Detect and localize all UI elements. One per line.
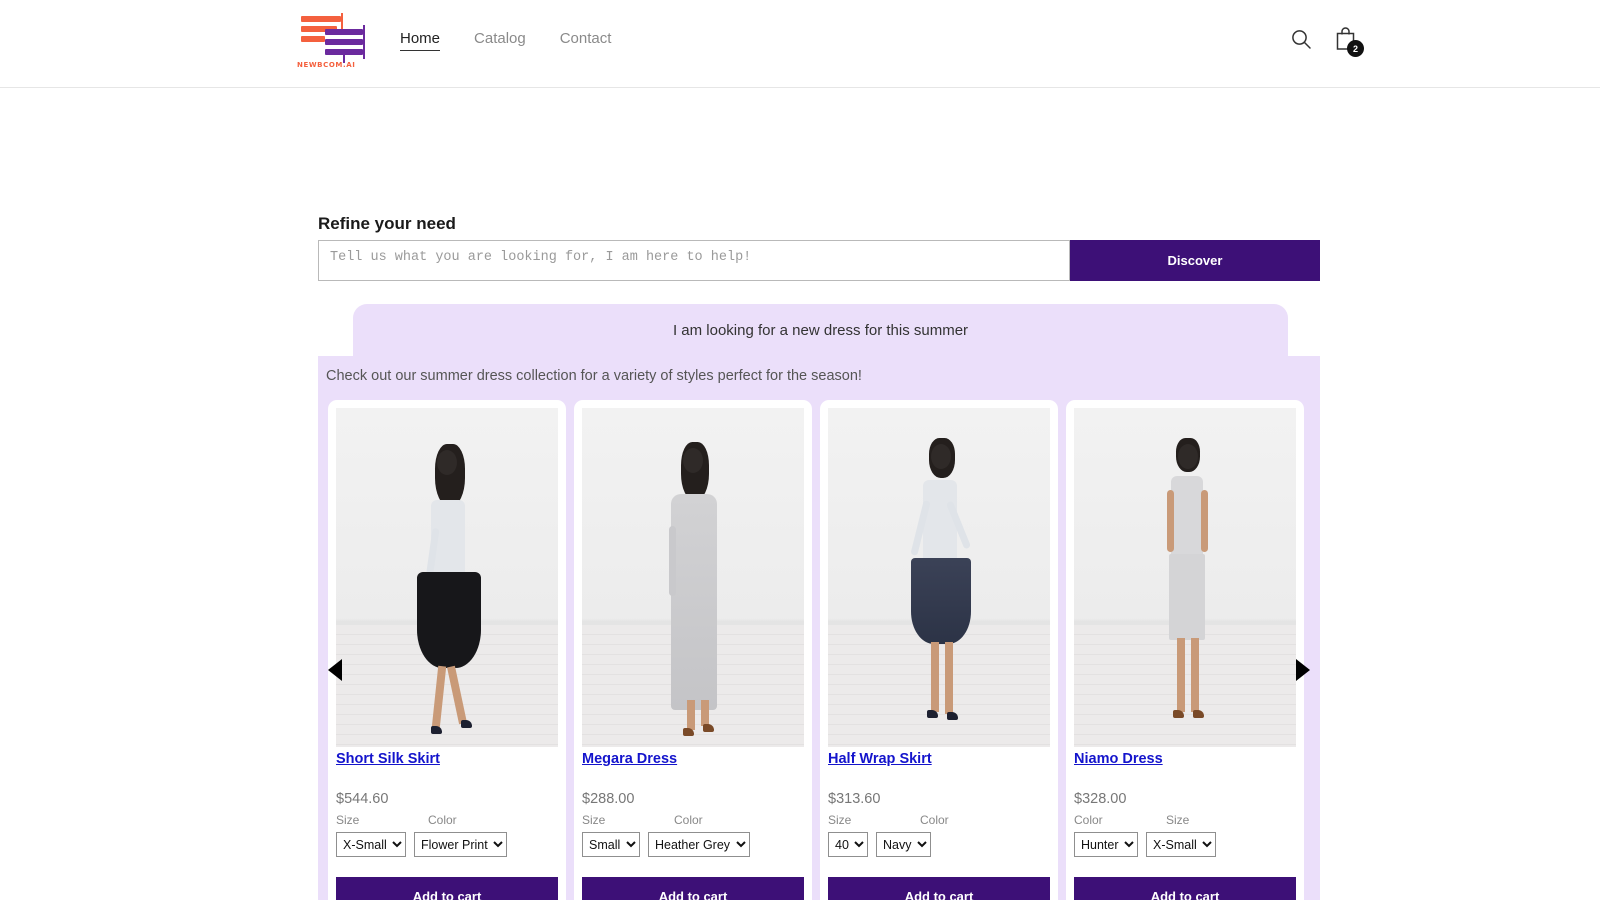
newbcom-logo-icon xyxy=(297,11,369,63)
product-option-labels: Size Color xyxy=(828,813,1050,827)
product-title-link[interactable]: Half Wrap Skirt xyxy=(828,751,1050,767)
option-2-select[interactable]: Navy xyxy=(876,832,931,857)
bot-message-text: Check out our summer dress collection fo… xyxy=(326,368,862,384)
user-message-bubble: I am looking for a new dress for this su… xyxy=(353,304,1288,356)
nav-link-catalog[interactable]: Catalog xyxy=(474,30,526,51)
option-1-label: Size xyxy=(336,813,360,827)
product-image xyxy=(1074,408,1296,747)
product-option-labels: Color Size xyxy=(1074,813,1296,827)
option-1-select[interactable]: 40 xyxy=(828,832,868,857)
option-2-select[interactable]: X-Small xyxy=(1146,832,1216,857)
main-navigation: Home Catalog Contact xyxy=(400,30,611,51)
arrow-left-icon[interactable] xyxy=(328,659,342,681)
option-2-select[interactable]: Flower Print xyxy=(414,832,507,857)
product-card[interactable]: Niamo Dress $328.00 Color Size Hunter X-… xyxy=(1066,400,1304,900)
product-image xyxy=(828,408,1050,747)
nav-link-contact[interactable]: Contact xyxy=(560,30,612,51)
option-2-label: Size xyxy=(1166,813,1190,827)
option-2-label: Color xyxy=(674,813,703,827)
product-price: $544.60 xyxy=(336,791,389,807)
product-title-link[interactable]: Niamo Dress xyxy=(1074,751,1296,767)
add-to-cart-button[interactable]: Add to cart xyxy=(828,877,1050,900)
option-1-label: Size xyxy=(828,813,852,827)
option-2-label: Color xyxy=(428,813,457,827)
search-icon[interactable] xyxy=(1290,28,1312,50)
option-1-select[interactable]: X-Small xyxy=(336,832,406,857)
page-title: Refine your need xyxy=(318,214,456,234)
product-price: $313.60 xyxy=(828,791,881,807)
product-option-selects: 40 Navy xyxy=(828,832,1050,857)
discover-button[interactable]: Discover xyxy=(1070,240,1320,281)
product-carousel: Short Silk Skirt $544.60 Size Color X-Sm… xyxy=(328,400,1310,900)
add-to-cart-button[interactable]: Add to cart xyxy=(1074,877,1296,900)
option-1-label: Color xyxy=(1074,813,1103,827)
arrow-right-icon[interactable] xyxy=(1296,659,1310,681)
product-option-selects: Small Heather Grey xyxy=(582,832,804,857)
search-input[interactable] xyxy=(318,240,1070,281)
site-logo[interactable]: NEWBCOM.AI xyxy=(297,11,369,73)
product-option-selects: Hunter X-Small xyxy=(1074,832,1296,857)
option-1-select[interactable]: Small xyxy=(582,832,640,857)
product-option-selects: X-Small Flower Print xyxy=(336,832,558,857)
product-title-link[interactable]: Short Silk Skirt xyxy=(336,751,558,767)
product-image xyxy=(582,408,804,747)
product-card[interactable]: Half Wrap Skirt $313.60 Size Color 40 Na… xyxy=(820,400,1058,900)
product-card[interactable]: Megara Dress $288.00 Size Color Small He… xyxy=(574,400,812,900)
product-option-labels: Size Color xyxy=(336,813,558,827)
option-2-select[interactable]: Heather Grey xyxy=(648,832,750,857)
product-image xyxy=(336,408,558,747)
header-actions: 2 xyxy=(1290,26,1364,57)
product-price: $328.00 xyxy=(1074,791,1127,807)
cart-button[interactable]: 2 xyxy=(1334,26,1364,57)
product-price: $288.00 xyxy=(582,791,635,807)
option-1-select[interactable]: Hunter xyxy=(1074,832,1138,857)
user-message-text: I am looking for a new dress for this su… xyxy=(672,321,969,339)
logo-wordmark: NEWBCOM.AI xyxy=(297,61,356,69)
nav-link-home[interactable]: Home xyxy=(400,30,441,51)
option-1-label: Size xyxy=(582,813,606,827)
cart-count-badge: 2 xyxy=(1347,40,1364,57)
product-card[interactable]: Short Silk Skirt $544.60 Size Color X-Sm… xyxy=(328,400,566,900)
bot-response-panel: Check out our summer dress collection fo… xyxy=(318,356,1320,900)
product-title-link[interactable]: Megara Dress xyxy=(582,751,804,767)
product-option-labels: Size Color xyxy=(582,813,804,827)
site-header: NEWBCOM.AI Home Catalog Contact 2 xyxy=(0,0,1600,88)
add-to-cart-button[interactable]: Add to cart xyxy=(582,877,804,900)
option-2-label: Color xyxy=(920,813,949,827)
refine-search-row: Discover xyxy=(318,240,1320,281)
add-to-cart-button[interactable]: Add to cart xyxy=(336,877,558,900)
